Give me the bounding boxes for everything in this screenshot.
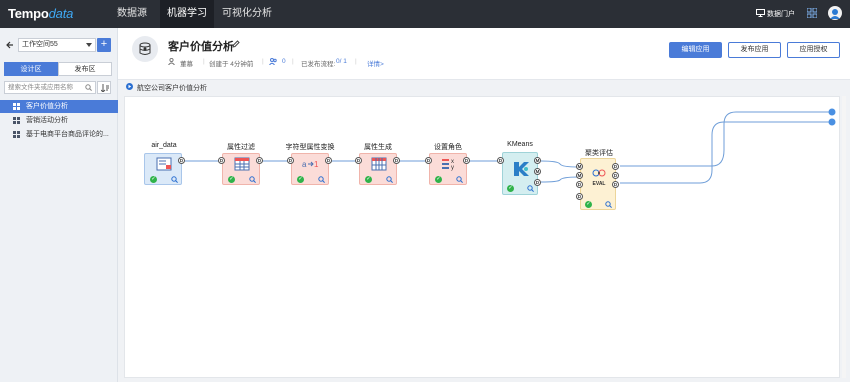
node-label-kmeans: KMeans bbox=[507, 141, 533, 148]
preview-magnifier-icon[interactable] bbox=[456, 176, 463, 183]
svg-text:1: 1 bbox=[314, 160, 319, 169]
node-attribute-generate[interactable]: ✓ bbox=[359, 153, 397, 185]
output-endpoints[interactable] bbox=[827, 108, 837, 128]
status-ok-icon: ✓ bbox=[228, 176, 235, 183]
port-model-in[interactable]: M bbox=[576, 163, 583, 170]
port-model-out[interactable]: M bbox=[534, 168, 541, 175]
port-data-out[interactable]: D bbox=[612, 172, 619, 179]
status-ok-icon: ✓ bbox=[150, 176, 157, 183]
port-out[interactable]: D bbox=[178, 157, 185, 164]
preview-magnifier-icon[interactable] bbox=[605, 201, 612, 208]
table-filter-icon bbox=[234, 157, 250, 171]
node-set-role[interactable]: xy ✓ bbox=[429, 153, 467, 185]
role-xy-icon: xy bbox=[442, 159, 454, 171]
port-out[interactable]: D bbox=[463, 157, 470, 164]
status-ok-icon: ✓ bbox=[297, 176, 304, 183]
preview-magnifier-icon[interactable] bbox=[527, 185, 534, 192]
port-data-in[interactable]: D bbox=[576, 193, 583, 200]
data-table-icon bbox=[156, 157, 172, 171]
status-ok-icon: ✓ bbox=[507, 185, 514, 192]
columns-icon bbox=[371, 157, 387, 171]
node-label-air-data: air_data bbox=[151, 142, 177, 149]
status-ok-icon: ✓ bbox=[435, 176, 442, 183]
preview-magnifier-icon[interactable] bbox=[386, 176, 393, 183]
node-label-set-role: 设置角色 bbox=[434, 144, 462, 151]
node-label-string-transform: 字符型属性变换 bbox=[285, 144, 335, 151]
node-attribute-filter[interactable]: ✓ bbox=[222, 153, 260, 185]
preview-magnifier-icon[interactable] bbox=[249, 176, 256, 183]
node-air-data[interactable]: ✓ bbox=[144, 153, 182, 185]
port-in[interactable]: D bbox=[355, 157, 362, 164]
node-cluster-evaluation[interactable]: EVAL ✓ bbox=[580, 158, 616, 210]
kmeans-icon bbox=[514, 162, 529, 176]
evaluation-icon bbox=[592, 169, 606, 177]
port-model-in[interactable]: M bbox=[576, 172, 583, 179]
port-in[interactable]: D bbox=[218, 157, 225, 164]
node-label-cluster-eval: 聚类评估 bbox=[585, 150, 613, 157]
port-out[interactable]: D bbox=[256, 157, 263, 164]
port-out[interactable]: D bbox=[325, 157, 332, 164]
port-in[interactable]: D bbox=[497, 157, 504, 164]
node-label-generate: 属性生成 bbox=[364, 144, 392, 151]
port-model-out[interactable]: M bbox=[534, 157, 541, 164]
svg-text:a: a bbox=[302, 160, 307, 169]
node-string-transform[interactable]: a1 ✓ bbox=[291, 153, 329, 185]
node-kmeans[interactable]: ✓ bbox=[502, 152, 538, 195]
port-out[interactable]: D bbox=[393, 157, 400, 164]
node-label-filter: 属性过滤 bbox=[227, 144, 255, 151]
port-in[interactable]: D bbox=[425, 157, 432, 164]
flow-connections bbox=[185, 111, 830, 184]
port-data-out[interactable]: D bbox=[534, 179, 541, 186]
port-data-out[interactable]: D bbox=[612, 163, 619, 170]
preview-magnifier-icon[interactable] bbox=[171, 176, 178, 183]
status-ok-icon: ✓ bbox=[365, 176, 372, 183]
port-data-in[interactable]: D bbox=[576, 181, 583, 188]
status-ok-icon: ✓ bbox=[585, 201, 592, 208]
transform-icon: a1 bbox=[302, 160, 319, 169]
port-in[interactable]: D bbox=[287, 157, 294, 164]
port-data-out[interactable]: D bbox=[612, 181, 619, 188]
svg-text:y: y bbox=[451, 165, 454, 171]
preview-magnifier-icon[interactable] bbox=[318, 176, 325, 183]
